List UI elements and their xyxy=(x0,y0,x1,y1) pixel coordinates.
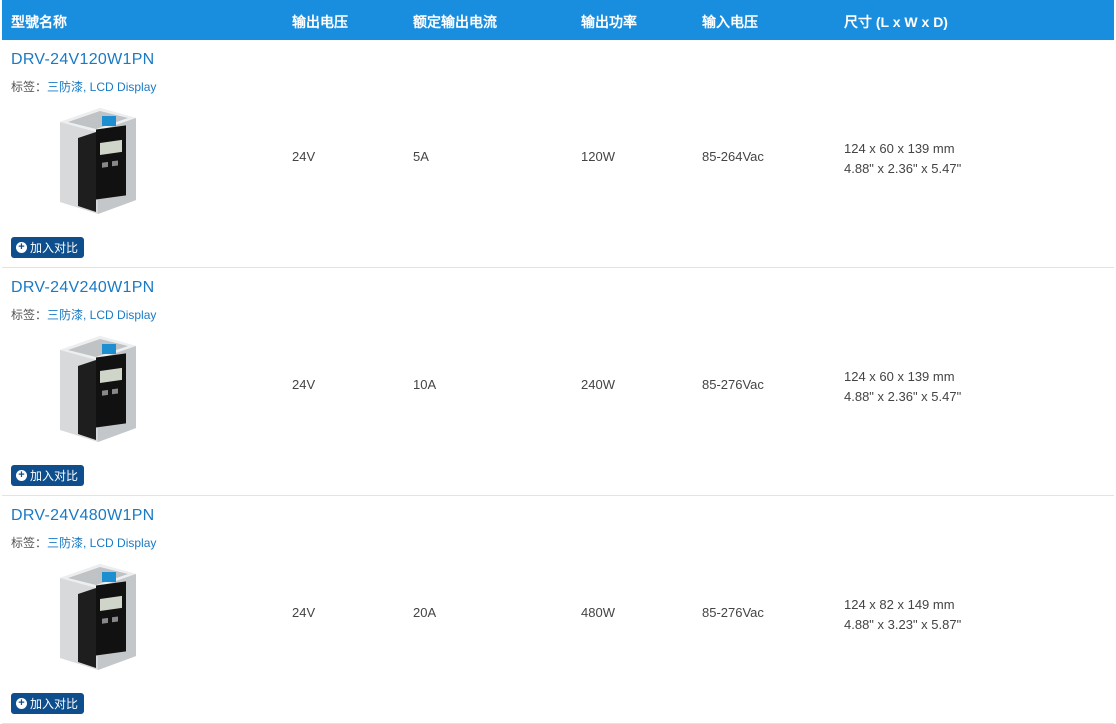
plus-circle-icon: + xyxy=(16,470,27,481)
product-model-link[interactable]: DRV-24V240W1PN xyxy=(11,279,155,297)
dimensions: 124 x 60 x 139 mm 4.88" x 2.36" x 5.47" xyxy=(844,367,961,407)
add-to-compare-label: 加入对比 xyxy=(30,697,79,711)
tags-prefix: 标签： xyxy=(11,80,48,94)
table-row: DRV-24V120W1PN 标签：三防漆, LCD Display 24V 5… xyxy=(2,40,1114,268)
input-voltage: 85-264Vac xyxy=(702,149,764,164)
rated-current: 5A xyxy=(413,149,429,164)
product-model-link[interactable]: DRV-24V480W1PN xyxy=(11,507,155,525)
tags-links[interactable]: 三防漆, LCD Display xyxy=(47,308,156,322)
header-output-power[interactable]: 输出功率 xyxy=(581,12,637,32)
add-to-compare-label: 加入对比 xyxy=(30,469,79,483)
header-output-voltage[interactable]: 输出电压 xyxy=(292,12,348,32)
dimensions-inch: 4.88" x 2.36" x 5.47" xyxy=(844,389,962,404)
header-dimensions[interactable]: 尺寸 (L x W x D) xyxy=(844,12,948,32)
add-to-compare-button[interactable]: + 加入对比 xyxy=(11,465,85,486)
input-voltage: 85-276Vac xyxy=(702,605,764,620)
output-power: 240W xyxy=(581,377,615,392)
add-to-compare-button[interactable]: + 加入对比 xyxy=(11,693,85,714)
table-row: DRV-24V480W1PN 标签：三防漆, LCD Display 24V 2… xyxy=(2,496,1114,724)
output-voltage: 24V xyxy=(292,605,316,620)
product-image[interactable] xyxy=(50,102,146,220)
add-to-compare-button[interactable]: + 加入对比 xyxy=(11,237,85,258)
output-voltage: 24V xyxy=(292,377,316,392)
rated-current: 20A xyxy=(413,605,437,620)
product-tags: 标签：三防漆, LCD Display xyxy=(11,78,156,95)
plus-circle-icon: + xyxy=(16,698,27,709)
header-rated-current[interactable]: 额定输出电流 xyxy=(413,12,497,32)
product-tags: 标签：三防漆, LCD Display xyxy=(11,306,156,323)
dimensions-inch: 4.88" x 3.23" x 5.87" xyxy=(844,617,962,632)
tags-links[interactable]: 三防漆, LCD Display xyxy=(47,536,156,550)
header-input-voltage[interactable]: 输入电压 xyxy=(702,12,758,32)
dimensions-mm: 124 x 82 x 149 mm xyxy=(844,597,955,612)
table-header: 型號名称 输出电压 额定输出电流 输出功率 输入电压 尺寸 (L x W x D… xyxy=(2,0,1114,40)
dimensions-mm: 124 x 60 x 139 mm xyxy=(844,141,955,156)
output-power: 480W xyxy=(581,605,615,620)
product-image[interactable] xyxy=(50,330,146,448)
dimensions-inch: 4.88" x 2.36" x 5.47" xyxy=(844,161,962,176)
dimensions-mm: 124 x 60 x 139 mm xyxy=(844,369,955,384)
product-tags: 标签：三防漆, LCD Display xyxy=(11,534,156,551)
dimensions: 124 x 60 x 139 mm 4.88" x 2.36" x 5.47" xyxy=(844,139,961,179)
tags-links[interactable]: 三防漆, LCD Display xyxy=(47,80,156,94)
output-voltage: 24V xyxy=(292,149,316,164)
dimensions: 124 x 82 x 149 mm 4.88" x 3.23" x 5.87" xyxy=(844,595,961,635)
rated-current: 10A xyxy=(413,377,437,392)
product-image[interactable] xyxy=(50,558,146,676)
output-power: 120W xyxy=(581,149,615,164)
input-voltage: 85-276Vac xyxy=(702,377,764,392)
product-model-link[interactable]: DRV-24V120W1PN xyxy=(11,51,155,69)
header-model[interactable]: 型號名称 xyxy=(11,12,67,32)
product-table: 型號名称 输出电压 额定输出电流 输出功率 输入电压 尺寸 (L x W x D… xyxy=(2,0,1114,724)
tags-prefix: 标签： xyxy=(11,308,48,322)
tags-prefix: 标签： xyxy=(11,536,48,550)
plus-circle-icon: + xyxy=(16,242,27,253)
table-row: DRV-24V240W1PN 标签：三防漆, LCD Display 24V 1… xyxy=(2,268,1114,496)
add-to-compare-label: 加入对比 xyxy=(30,241,79,255)
